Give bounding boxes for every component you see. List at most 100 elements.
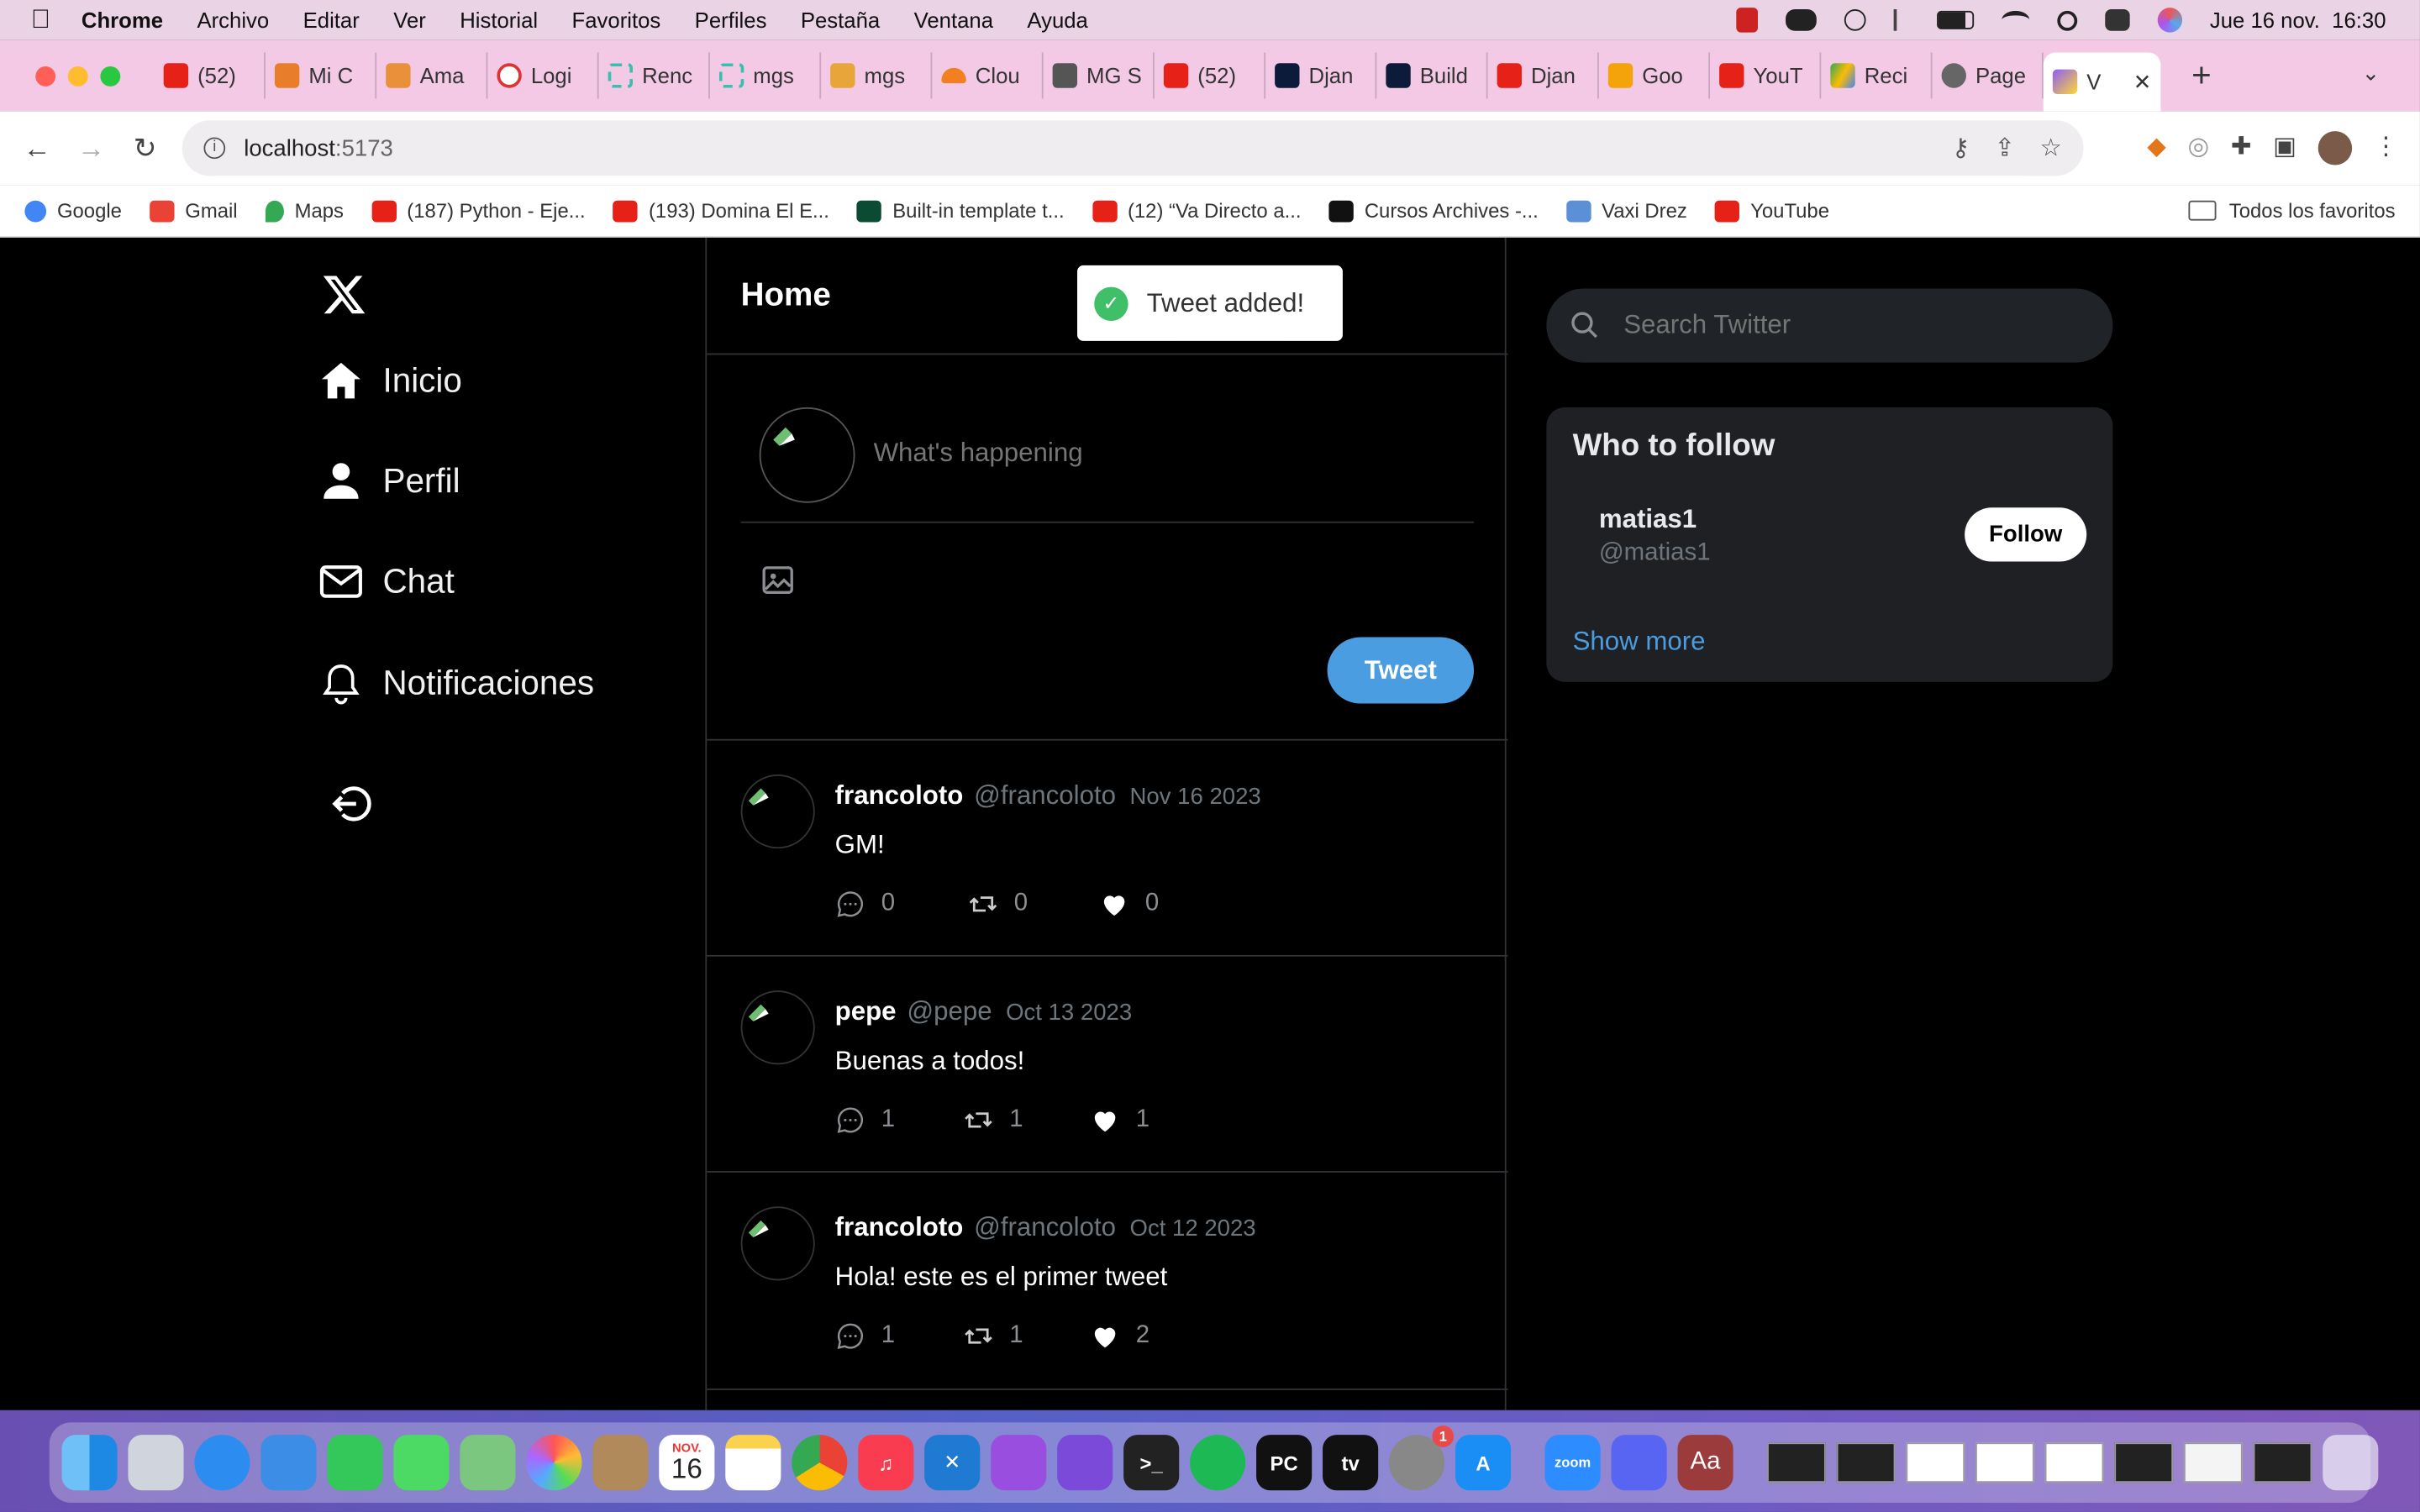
new-tab-icon[interactable]: + [2191, 55, 2212, 96]
address-bar[interactable]: i localhost:5173 ⚷ ⇪ ☆ [182, 120, 2084, 176]
bookmark-item[interactable]: Vaxi Drez [1565, 199, 1687, 222]
launchpad-icon[interactable] [128, 1435, 184, 1491]
tweet-item[interactable]: francoloto @francoloto Nov 16 2023 GM! 0… [707, 738, 1508, 955]
chrome-icon[interactable] [792, 1435, 848, 1491]
puzzle-icon[interactable]: ✚ [2231, 131, 2252, 165]
bookmark-item[interactable]: Maps [265, 199, 344, 222]
bookmark-star-icon[interactable]: ☆ [2039, 133, 2061, 164]
menu-ventana[interactable]: Ventana [914, 8, 993, 32]
image-upload-icon[interactable] [760, 562, 797, 599]
finder-icon[interactable] [61, 1435, 118, 1491]
retweet-action[interactable]: 0 [968, 889, 1099, 920]
maximize-window-button[interactable] [100, 66, 121, 86]
key-icon[interactable]: ⚷ [1952, 133, 1970, 164]
back-arrow-icon[interactable]: ← [20, 131, 54, 165]
browser-tab[interactable]: Djan [1488, 52, 1599, 99]
nav-notificaciones[interactable]: Notificaciones [318, 660, 594, 706]
bookmark-item[interactable]: (187) Python - Eje... [371, 199, 586, 222]
nav-perfil[interactable]: Perfil [318, 458, 460, 504]
site-info-icon[interactable]: i [203, 137, 226, 160]
siri-icon[interactable] [2157, 8, 2182, 33]
browser-tab[interactable]: Build [1376, 52, 1488, 99]
spotify-icon[interactable] [1190, 1435, 1246, 1491]
safari-icon[interactable] [194, 1435, 250, 1491]
calendar-icon[interactable]: NOV. 16 [659, 1435, 715, 1491]
tweet-author-name[interactable]: francoloto [835, 1213, 964, 1244]
search-input[interactable] [1623, 310, 2087, 341]
menu-editar[interactable]: Editar [303, 8, 360, 32]
suggested-user-name[interactable]: matias1 [1599, 505, 1697, 536]
menu-perfiles[interactable]: Perfiles [695, 8, 767, 32]
menu-pestana[interactable]: Pestaña [801, 8, 880, 32]
dictionary-icon[interactable]: Aa [1677, 1435, 1733, 1491]
reload-icon[interactable]: ↻ [128, 131, 161, 165]
minimized-window-thumbnail[interactable] [2044, 1442, 2104, 1483]
toast-notification[interactable]: ✓ Tweet added! [1077, 265, 1343, 341]
bookmark-item[interactable]: (12) “Va Directo a... [1092, 199, 1302, 222]
browser-tab[interactable]: Clou [932, 52, 1044, 99]
reply-action[interactable]: 1 [835, 1105, 963, 1136]
menu-archivo[interactable]: Archivo [197, 8, 269, 32]
vscode-icon[interactable]: ✕ [924, 1435, 981, 1491]
nav-chat[interactable]: Chat [318, 559, 455, 605]
browser-tab[interactable]: Renc [599, 52, 710, 99]
profile-avatar[interactable] [2317, 131, 2353, 165]
x-logo-icon[interactable] [321, 271, 367, 318]
tweet-item[interactable]: pepe @pepe Oct 13 2023 Buenas a todos! 1… [707, 954, 1508, 1171]
trash-icon[interactable] [2323, 1435, 2379, 1491]
tweet-avatar[interactable] [740, 990, 815, 1065]
menu-ayuda[interactable]: Ayuda [1027, 8, 1087, 32]
bluetooth-icon[interactable] [1893, 9, 1908, 31]
browser-tab[interactable]: Ama [376, 52, 488, 99]
minimized-window-thumbnail[interactable] [2183, 1442, 2243, 1483]
share-icon[interactable]: ⇪ [1994, 133, 2015, 164]
control-center-icon[interactable] [2104, 9, 2130, 31]
tweet-author-name[interactable]: pepe [835, 997, 897, 1028]
like-action[interactable]: 1 [1090, 1105, 1150, 1136]
visual-studio-icon[interactable] [1057, 1435, 1113, 1491]
notes-icon[interactable] [725, 1435, 781, 1491]
zoom-icon[interactable]: zoom [1544, 1435, 1601, 1491]
browser-tab[interactable]: Logi [487, 52, 599, 99]
tweet-avatar[interactable] [740, 1206, 815, 1281]
pycharm-icon[interactable]: PC [1256, 1435, 1313, 1491]
tweet-button[interactable]: Tweet [1327, 637, 1475, 704]
menu-historial[interactable]: Historial [460, 8, 538, 32]
elephant-icon[interactable] [1785, 9, 1817, 31]
tweet-avatar[interactable] [740, 774, 815, 849]
discord-icon[interactable] [1611, 1435, 1667, 1491]
tweet-item[interactable]: francoloto @francoloto Oct 12 2023 Hola!… [707, 1171, 1508, 1387]
minimized-window-thumbnail[interactable] [2253, 1442, 2312, 1483]
apple-menu-icon[interactable]:  [31, 5, 50, 36]
retweet-action[interactable]: 1 [963, 1105, 1090, 1136]
browser-tab[interactable]: (52) [1155, 52, 1266, 99]
side-panel-icon[interactable]: ▣ [2273, 131, 2296, 165]
bookmark-item[interactable]: Gmail [150, 199, 238, 222]
minimized-window-thumbnail[interactable] [2114, 1442, 2174, 1483]
search-icon[interactable] [2057, 9, 2077, 30]
mcafee-icon[interactable] [1735, 8, 1758, 33]
show-more-link[interactable]: Show more [1573, 627, 1706, 658]
apple-tv-icon[interactable]: tv [1323, 1435, 1379, 1491]
wifi-icon[interactable] [2001, 10, 2029, 29]
close-window-button[interactable] [35, 66, 56, 86]
browser-tab[interactable]: mgs [710, 52, 822, 99]
browser-tab[interactable]: mgs [821, 52, 933, 99]
compose-input[interactable] [873, 438, 1460, 470]
minimize-window-button[interactable] [67, 66, 88, 86]
extension-circle-icon[interactable]: ◎ [2188, 131, 2210, 165]
browser-tab[interactable]: Goo [1599, 52, 1711, 99]
tweet-author-name[interactable]: francoloto [835, 780, 964, 811]
browser-tab[interactable]: Djan [1265, 52, 1377, 99]
minimized-window-thumbnail[interactable] [1767, 1442, 1826, 1483]
bookmark-item[interactable]: (193) Domina El E... [613, 199, 829, 222]
facetime-icon[interactable] [327, 1435, 383, 1491]
messages-icon[interactable] [393, 1435, 450, 1491]
menu-app-name[interactable]: Chrome [82, 8, 163, 32]
bookmark-item[interactable]: Cursos Archives -... [1328, 199, 1539, 222]
browser-tab[interactable]: Page [1933, 52, 2044, 99]
like-action[interactable]: 2 [1090, 1320, 1150, 1352]
reply-action[interactable]: 0 [835, 889, 968, 920]
tweet-author-handle[interactable]: @pepe [907, 997, 992, 1028]
nav-inicio[interactable]: Inicio [318, 358, 462, 404]
